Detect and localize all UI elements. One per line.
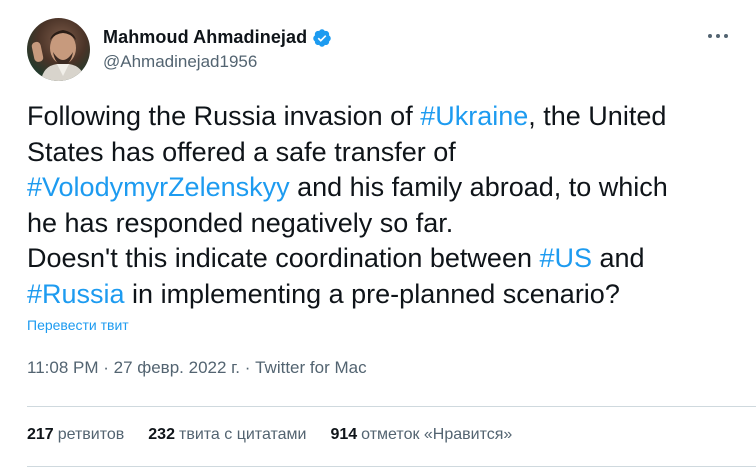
display-name[interactable]: Mahmoud Ahmadinejad xyxy=(103,27,307,48)
tweet-text-segment: in implementing a pre-planned scenario? xyxy=(124,278,620,309)
stat-count: 232 xyxy=(148,426,175,443)
stat-count: 914 xyxy=(330,426,358,443)
tweet-text-segment: Following the Russia invasion of xyxy=(27,101,421,131)
tweet-text: Following the Russia invasion of #Ukrain… xyxy=(27,99,737,312)
stat-likes[interactable]: 914 отметок «Нравится» xyxy=(330,426,512,444)
stat-retweets[interactable]: 217 ретвитов xyxy=(27,426,124,444)
verified-badge-icon xyxy=(312,28,332,48)
tweet-stats: 217 ретвитов 232 твита с цитатами 914 отмет… xyxy=(27,426,536,444)
stat-count: 217 xyxy=(27,426,54,443)
avatar[interactable] xyxy=(27,18,90,81)
stat-label: ретвитов xyxy=(57,426,125,443)
hashtag-link[interactable]: #Russia xyxy=(27,279,125,309)
avatar-photo xyxy=(31,30,85,81)
tweet-text-segment: and xyxy=(599,243,645,273)
tweet-card: Mahmoud Ahmadinejad @Ahmadinejad1956 Fol… xyxy=(0,0,756,470)
stat-label: отметок «Нравится» xyxy=(361,426,513,443)
hashtag-link[interactable]: #Ukraine xyxy=(420,101,528,131)
more-options-icon[interactable] xyxy=(706,26,730,46)
hashtag-link[interactable]: #VolodymyrZelenskyy xyxy=(27,172,290,202)
tweet-timestamp[interactable]: 11:08 PM · 27 февр. 2022 г. · Twitter fo… xyxy=(27,358,367,378)
author-name-row[interactable]: Mahmoud Ahmadinejad xyxy=(103,27,332,48)
hashtag-link[interactable]: #US xyxy=(539,243,592,273)
translate-tweet-link[interactable]: Перевести твит xyxy=(27,317,129,333)
author-handle[interactable]: @Ahmadinejad1956 xyxy=(103,52,257,72)
stat-label: твита с цитатами xyxy=(178,426,307,443)
stat-quote-tweets[interactable]: 232 твита с цитатами xyxy=(148,426,306,444)
divider xyxy=(27,406,756,407)
divider xyxy=(27,466,756,467)
